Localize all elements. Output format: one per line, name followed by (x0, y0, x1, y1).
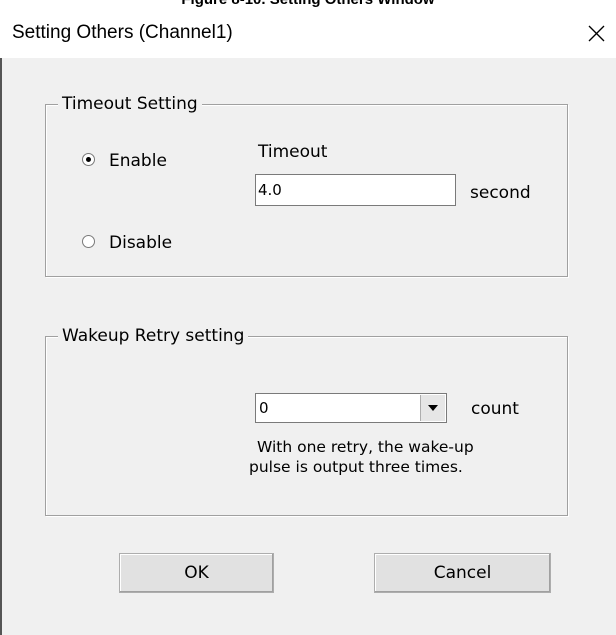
figure-caption: Figure 8-10. Setting Others Window (0, 0, 616, 8)
dropdown-button[interactable] (420, 395, 445, 421)
disable-radio[interactable] (82, 235, 95, 248)
title-bar: Setting Others (Channel1) (0, 8, 616, 58)
retry-note-line-1: With one retry, the wake-up (257, 438, 474, 456)
chevron-down-icon (428, 405, 438, 411)
wakeup-retry-legend: Wakeup Retry setting (58, 326, 249, 346)
retry-count-select[interactable]: 0 (255, 393, 447, 423)
enable-label[interactable]: Enable (109, 151, 167, 171)
timeout-input[interactable]: 4.0 (255, 174, 456, 206)
close-icon (588, 25, 605, 42)
timeout-unit-label: second (470, 183, 531, 203)
window-frame (0, 58, 2, 635)
enable-radio[interactable] (82, 153, 95, 166)
timeout-label: Timeout (258, 142, 328, 162)
retry-note-line-2: pulse is output three times. (249, 458, 463, 476)
close-button[interactable] (582, 16, 612, 50)
radio-selected-dot (86, 157, 91, 162)
ok-button[interactable]: OK (119, 553, 274, 593)
cancel-button[interactable]: Cancel (374, 553, 551, 593)
retry-unit-label: count (471, 399, 519, 419)
wakeup-retry-group (45, 336, 568, 516)
timeout-setting-legend: Timeout Setting (58, 94, 202, 114)
retry-count-value: 0 (259, 399, 269, 417)
disable-label[interactable]: Disable (109, 233, 172, 253)
window-title: Setting Others (Channel1) (12, 22, 233, 43)
